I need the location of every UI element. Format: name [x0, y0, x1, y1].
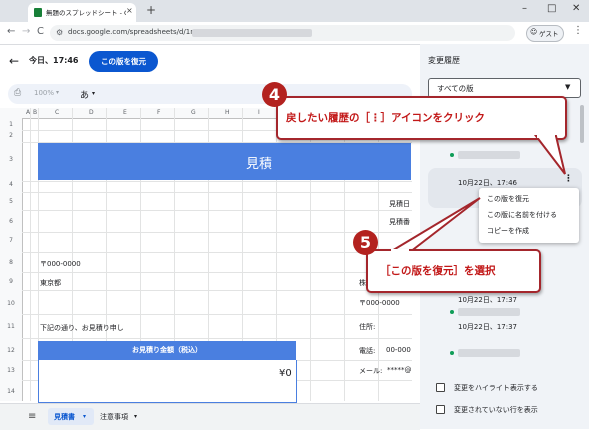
step4-pointer — [533, 135, 566, 175]
step5-text: ［この版を復元］を選択 — [380, 265, 496, 277]
step5-callout: ［この版を復元］を選択 — [366, 249, 541, 293]
pointer-joint — [391, 249, 409, 253]
step5-badge: 5 — [353, 230, 378, 255]
step4-badge: 4 — [262, 82, 287, 107]
step5-pointer — [386, 197, 481, 253]
pointer-joint — [537, 134, 555, 138]
annotation-arrows — [386, 135, 566, 253]
